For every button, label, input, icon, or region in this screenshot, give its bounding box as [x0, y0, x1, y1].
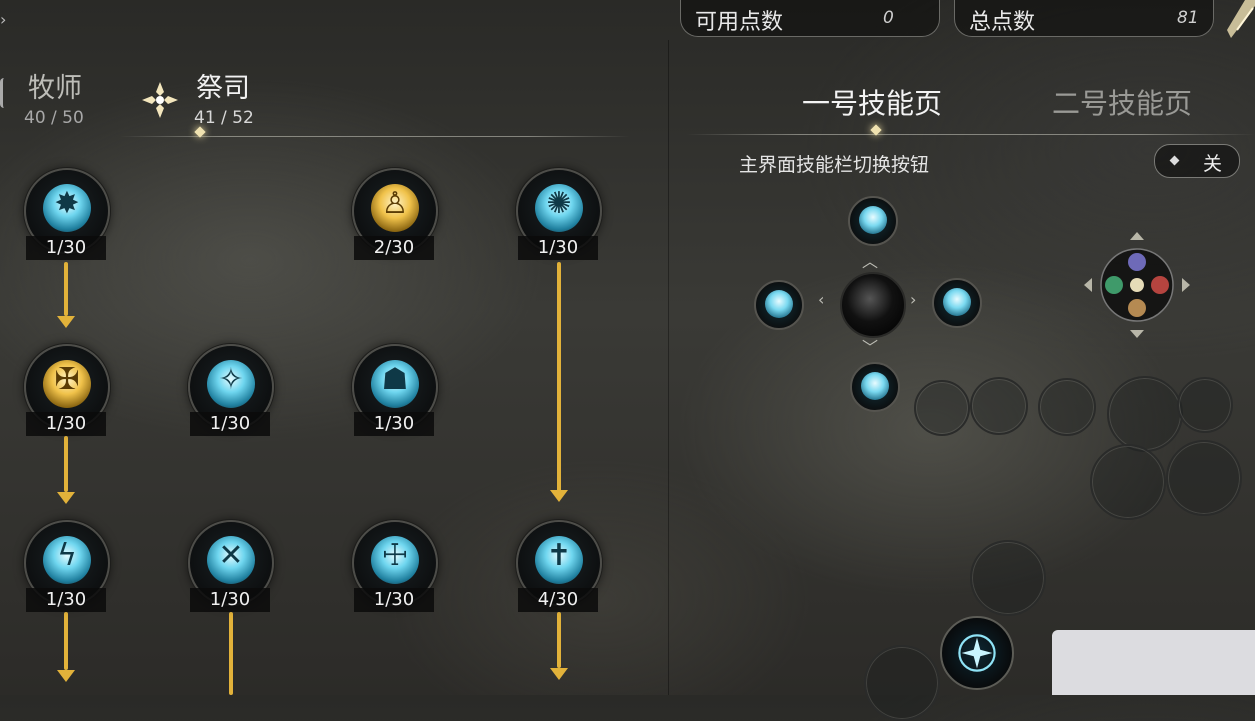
panel-separator: [668, 40, 669, 695]
holy-guard-icon: ☩: [381, 538, 409, 573]
connector-line: [64, 262, 68, 316]
tab-skill-page-2[interactable]: 二号技能页: [1052, 82, 1192, 122]
class-name-hierophant: 祭司: [196, 73, 250, 104]
tombstone-cross-icon: ✝: [546, 538, 572, 573]
toggle-state: 关: [1203, 153, 1223, 175]
tab-class-priest[interactable]: 牧师 40 / 50: [20, 62, 130, 132]
skill-level: 1/30: [26, 588, 106, 612]
wheel-skill-right[interactable]: [932, 278, 982, 328]
skill-level: 1/30: [190, 588, 270, 612]
class-count-hierophant: 41 / 52: [194, 108, 254, 128]
skill-slot[interactable]: [970, 377, 1028, 435]
class-name-priest: 牧师: [28, 73, 82, 104]
tab-class-hierophant[interactable]: 祭司 41 / 52: [138, 62, 278, 132]
wheel-skill-left[interactable]: [754, 280, 804, 330]
skill-level: 1/30: [26, 236, 106, 260]
back-chevron-icon[interactable]: ›: [0, 10, 10, 29]
connector-line: [229, 612, 233, 695]
skill-slot[interactable]: [864, 645, 940, 721]
connector-arrow: [57, 670, 75, 682]
toggle-label: 主界面技能栏切换按钮: [739, 154, 930, 176]
connector-line: [557, 262, 561, 492]
controller-button-wheel-icon[interactable]: [1082, 230, 1192, 340]
cross-slash-icon: ✕: [218, 538, 244, 573]
skill-level: 4/30: [518, 588, 598, 612]
skill-slot[interactable]: [1038, 378, 1096, 436]
connector-arrow: [550, 668, 568, 680]
connector-line: [64, 612, 68, 670]
connector-line: [64, 436, 68, 492]
bulb-icon: ♙: [381, 186, 409, 221]
available-points-value: 0: [883, 8, 894, 28]
wheel-skill-up[interactable]: [848, 196, 898, 246]
compass-star-icon: [958, 634, 996, 672]
skill-slot[interactable]: [1090, 444, 1166, 520]
chevron-right-icon: ›: [910, 290, 917, 309]
holy-cross-icon: [142, 82, 178, 118]
total-points-pill: 总点数 81: [954, 0, 1214, 37]
tab-skill-page-1[interactable]: 一号技能页: [802, 82, 942, 122]
guardian-icon: ☗: [381, 362, 409, 397]
skill-slot[interactable]: [1177, 377, 1233, 433]
ultimate-skill-slot[interactable]: [940, 616, 1014, 690]
skill-wheel-center[interactable]: [840, 272, 906, 338]
chevron-left-icon: ‹: [818, 290, 825, 309]
skillbar-toggle[interactable]: 关: [1154, 144, 1240, 178]
total-points-label: 总点数: [969, 10, 1036, 35]
connector-arrow: [57, 492, 75, 504]
radiant-orb-icon: ✺: [546, 186, 572, 221]
blessing-icon: ✧: [218, 362, 244, 397]
skill-slot[interactable]: [914, 380, 970, 436]
golden-shield-icon: ✠: [54, 362, 80, 397]
toggle-diamond-icon: [1169, 155, 1180, 166]
connector-arrow: [550, 490, 568, 502]
skill-level: 1/30: [190, 412, 270, 436]
connector-arrow: [57, 316, 75, 328]
chevron-down-icon: ﹀: [862, 338, 879, 357]
skill-level: 2/30: [354, 236, 434, 260]
skill-level: 1/30: [354, 412, 434, 436]
priest-class-icon: [0, 78, 11, 108]
chevron-up-icon: ︿: [862, 252, 879, 271]
connector-line: [557, 612, 561, 668]
bottom-right-decoration: [1052, 630, 1255, 695]
page-tab-divider: [686, 134, 1255, 135]
wheel-skill-down[interactable]: [850, 362, 900, 412]
skill-level: 1/30: [354, 588, 434, 612]
skill-level: 1/30: [26, 412, 106, 436]
total-points-value: 81: [1177, 8, 1199, 28]
available-points-label: 可用点数: [695, 10, 784, 35]
skill-slot[interactable]: [970, 540, 1046, 616]
skill-level: 1/30: [518, 236, 598, 260]
burst-icon: ✸: [54, 186, 80, 221]
close-sparkle-icon[interactable]: [1227, 0, 1255, 38]
skill-slot[interactable]: [1107, 376, 1183, 452]
lightning-icon: ϟ: [57, 538, 77, 573]
class-tab-divider: [120, 136, 630, 137]
class-count-priest: 40 / 50: [24, 108, 84, 128]
available-points-pill: 可用点数 0: [680, 0, 940, 37]
skill-slot[interactable]: [1166, 440, 1242, 516]
